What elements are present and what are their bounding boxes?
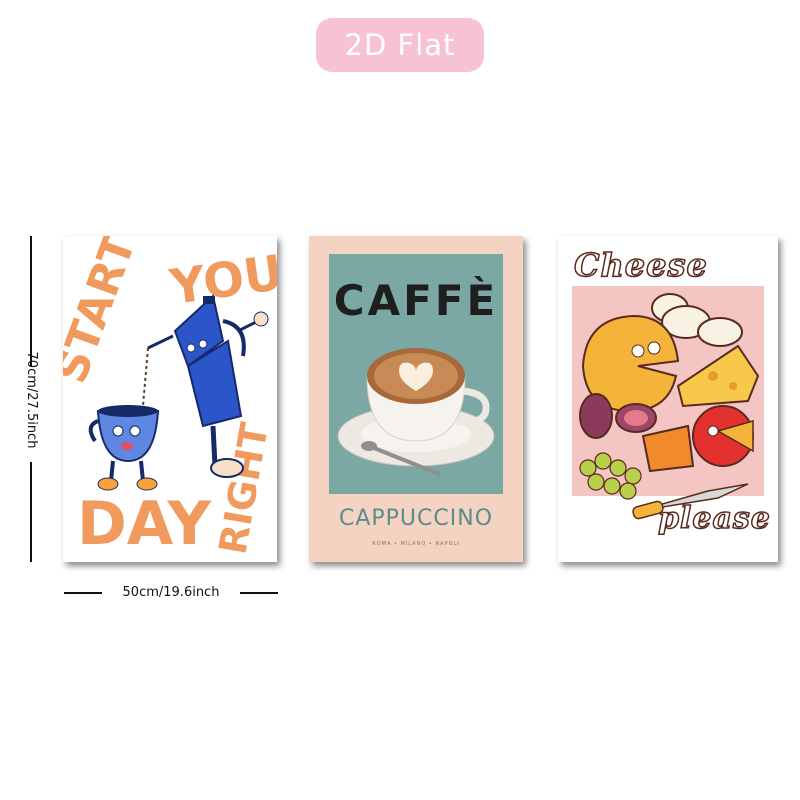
height-dimension-label: 70cm/27.5inch xyxy=(24,351,39,449)
poster-please-subtitle: please xyxy=(657,500,771,537)
word-your: YOUR xyxy=(166,240,277,316)
poster-start-your-day: START YOUR DAY RIGHT xyxy=(63,236,277,562)
width-dimension-line-right xyxy=(240,592,278,594)
poster-caffe-cappuccino: CAFFÈ CAPPUCCINO ROMA • MILANO • NAPOLI xyxy=(309,236,523,562)
style-badge: 2D Flat xyxy=(316,18,484,72)
poster-cappuccino-footer: ROMA • MILANO • NAPOLI xyxy=(372,541,460,547)
poster-cappuccino-subtitle: CAPPUCCINO xyxy=(338,506,494,531)
width-dimension-line-left xyxy=(64,592,102,594)
poster-start-your-day-art: START YOUR DAY RIGHT xyxy=(63,236,277,559)
word-day: DAY xyxy=(77,489,212,559)
word-right: RIGHT xyxy=(211,420,277,558)
poster-caffe-title: CAFFÈ xyxy=(333,276,499,325)
poster-cheese-title: Cheese xyxy=(573,245,708,285)
width-dimension-label: 50cm/19.6inch xyxy=(122,585,220,600)
word-start: START xyxy=(63,236,146,390)
width-dimension: 50cm/19.6inch xyxy=(62,583,280,603)
poster-cheese-please: Cheese please xyxy=(558,236,778,562)
